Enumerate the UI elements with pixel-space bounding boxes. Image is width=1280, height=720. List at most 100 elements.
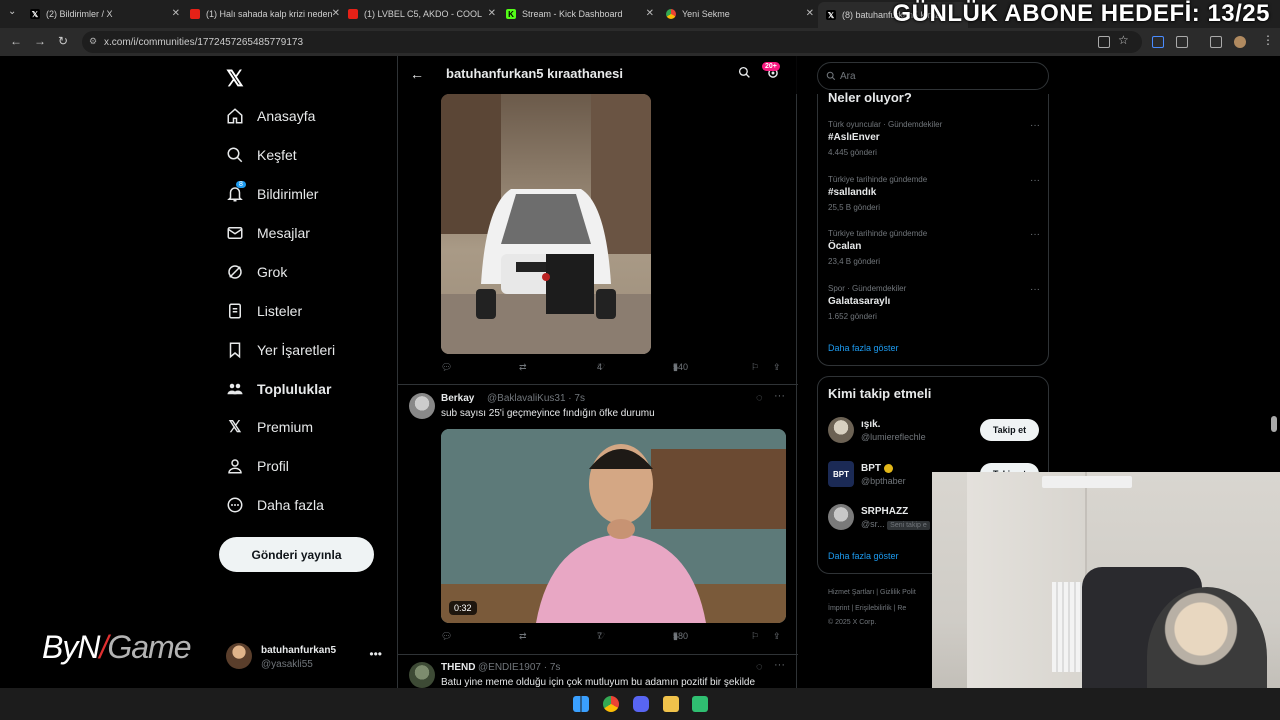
x-icon: 𝕏 (228, 419, 242, 436)
reload-icon[interactable]: ↻ (58, 34, 68, 48)
puzzle-icon[interactable] (1176, 36, 1188, 48)
account-switcher[interactable]: batuhanfurkan5 @yasakli55 ••• (226, 639, 386, 675)
tweet-author-name[interactable]: Berkay (441, 393, 474, 404)
car-photo (441, 94, 651, 354)
tweet-video[interactable]: 0:32 (441, 429, 786, 623)
show-more-link[interactable]: Daha fazla göster (828, 343, 899, 353)
nav-item-messages[interactable]: Mesajlar (226, 218, 310, 248)
bookmark-icon[interactable]: ⚐ (751, 362, 759, 373)
site-info-icon[interactable]: ⚙ (89, 36, 97, 47)
more-dots-icon[interactable]: ··· (774, 659, 785, 671)
extension-icon[interactable] (1152, 36, 1164, 48)
tab-list-icon[interactable]: ⌄ (8, 6, 16, 17)
nav-item-more[interactable]: Daha fazla (226, 490, 324, 520)
tweet-author-name[interactable]: THEND (441, 662, 475, 673)
trend-count: 4.445 gönderi (828, 148, 877, 157)
nav-item-bookmarks[interactable]: Yer İşaretleri (226, 335, 335, 365)
scrollbar[interactable] (1271, 416, 1277, 432)
close-icon[interactable]: ✕ (332, 8, 340, 19)
browser-tab-5[interactable]: Yeni Sekme ✕ (666, 4, 814, 24)
browser-tab-3[interactable]: (1) LVBEL C5, AKDO - COOL ✕ (348, 4, 496, 24)
tab-title: Stream - Kick Dashboard (522, 9, 623, 19)
folder-icon[interactable] (663, 696, 679, 712)
trend-item[interactable]: Türkiye tarihinde gündemde Öcalan 23,4 B… (828, 229, 1040, 277)
kick-icon: K (506, 9, 516, 19)
like-button[interactable]: ♡ 4 (597, 362, 605, 372)
webcam-overlay (932, 472, 1280, 720)
bookmark-icon[interactable]: ⚐ (751, 631, 759, 642)
footer-links-2[interactable]: İmprint | Erişilebilirlik | Re (828, 605, 906, 612)
avatar (828, 504, 854, 530)
reply-icon[interactable]: 💬︎ (441, 362, 452, 373)
discord-icon[interactable] (633, 696, 649, 712)
follow-button[interactable]: Takip et (980, 419, 1039, 441)
search-input[interactable]: Ara (817, 62, 1049, 90)
more-dots-icon[interactable]: ··· (1030, 284, 1040, 295)
nav-label: Daha fazla (257, 497, 324, 513)
community-title: batuhanfurkan5 kıraathanesi (446, 66, 623, 81)
view-count: 580 (673, 631, 689, 641)
nav-item-notifications[interactable]: 8 Bildirimler (226, 179, 318, 209)
close-icon[interactable]: ✕ (172, 8, 180, 19)
reply-icon[interactable]: 💬︎ (441, 631, 452, 642)
trend-item[interactable]: Türkiye tarihinde gündemde #sallandık 25… (828, 175, 1040, 223)
close-icon[interactable]: ✕ (488, 8, 496, 19)
more-dots-icon[interactable]: ··· (1030, 120, 1040, 131)
menu-kebab-icon[interactable]: ⋮ (1262, 33, 1274, 47)
browser-tab-2[interactable]: (1) Halı sahada kalp krizi neden ✕ (190, 4, 340, 24)
follow-suggestion[interactable]: ışık. @lumiereflechle Takip et (828, 417, 1040, 447)
trend-item[interactable]: Spor · Gündemdekiler Galatasaraylı 1.652… (828, 284, 1040, 332)
media-icon[interactable] (1210, 36, 1222, 48)
more-dots-icon[interactable]: ··· (774, 390, 785, 402)
profile-avatar-icon[interactable] (1234, 36, 1246, 48)
show-more-link[interactable]: Daha fazla göster (828, 551, 899, 561)
community-header: ← batuhanfurkan5 kıraathanesi 20+ (398, 56, 798, 94)
nav-item-explore[interactable]: Keşfet (226, 140, 297, 170)
windows-start-icon[interactable] (573, 696, 589, 712)
back-arrow-icon[interactable]: ← (10, 34, 22, 48)
browser-tab-4[interactable]: K Stream - Kick Dashboard ✕ (506, 4, 654, 24)
close-icon[interactable]: ✕ (646, 8, 654, 19)
like-button[interactable]: ♡ 7 (597, 631, 605, 641)
grok-icon[interactable]: ◌ (756, 392, 763, 404)
nav-item-grok[interactable]: Grok (226, 257, 287, 287)
divider (398, 654, 798, 655)
retweet-icon[interactable]: ⇄ (519, 362, 527, 373)
star-icon[interactable]: ☆ (1118, 33, 1129, 47)
post-button[interactable]: Gönderi yayınla (219, 537, 374, 572)
avatar (226, 643, 252, 669)
nav-item-home[interactable]: Anasayfa (226, 101, 315, 131)
x-logo-icon[interactable]: 𝕏 (226, 66, 244, 92)
nav-item-communities[interactable]: Topluluklar (226, 374, 331, 404)
nav-item-premium[interactable]: 𝕏 Premium (226, 412, 313, 442)
grok-icon[interactable]: ◌ (756, 661, 763, 673)
retweet-icon[interactable]: ⇄ (519, 631, 527, 642)
views-button[interactable]: ▮ 540 (673, 362, 688, 372)
avatar[interactable] (409, 662, 435, 688)
forward-arrow-icon[interactable]: → (34, 34, 46, 48)
more-dots-icon[interactable]: ··· (1030, 175, 1040, 186)
views-button[interactable]: ▮ 580 (673, 631, 688, 641)
tweet-author-handle[interactable]: @BaklavaliKus31 · 7s (487, 393, 585, 404)
browser-tab-1[interactable]: 𝕏 (2) Bildirimler / X ✕ (30, 4, 180, 24)
view-count: 540 (673, 362, 689, 372)
footer-links-1[interactable]: Hizmet Şartları | Gizlilik Polit (828, 589, 916, 596)
install-icon[interactable] (1098, 36, 1110, 48)
trend-count: 1.652 gönderi (828, 312, 877, 321)
more-dots-icon[interactable]: ··· (1030, 229, 1040, 240)
app-icon[interactable] (692, 696, 708, 712)
more-dots-icon[interactable]: ••• (369, 647, 382, 661)
chrome-icon[interactable] (603, 696, 619, 712)
search-icon[interactable] (738, 66, 751, 84)
avatar[interactable] (409, 393, 435, 419)
tweet-author-handle[interactable]: @ENDIE1907 · 7s (478, 662, 560, 673)
back-arrow-icon[interactable]: ← (410, 66, 424, 82)
close-icon[interactable]: ✕ (806, 8, 814, 19)
share-icon[interactable]: ⇪ (773, 362, 781, 373)
trend-item[interactable]: Türk oyuncular · Gündemdekiler #AslıEnve… (828, 120, 1040, 168)
tweet-image[interactable] (441, 94, 651, 354)
share-icon[interactable]: ⇪ (773, 631, 781, 642)
url-input[interactable]: ⚙ x.com/i/communities/177245726548577917… (82, 31, 1142, 53)
nav-item-profile[interactable]: Profil (226, 451, 289, 481)
nav-item-lists[interactable]: Listeler (226, 296, 302, 326)
